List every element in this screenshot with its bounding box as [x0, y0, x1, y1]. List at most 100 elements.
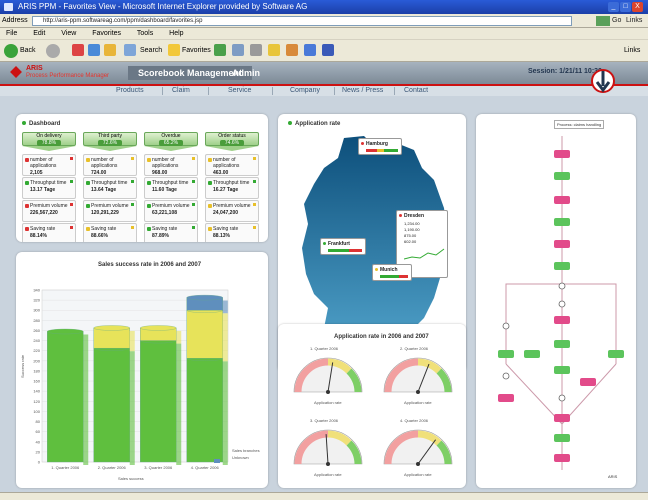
- back-icon[interactable]: [4, 44, 18, 58]
- y-axis-label: Success rate: [20, 354, 25, 378]
- kpi-card[interactable]: Premium volume 24,047,200: [205, 200, 259, 222]
- links-button[interactable]: Links: [626, 16, 642, 26]
- kpi-status-icon: [147, 158, 151, 162]
- kpi-card[interactable]: Throughput time 13.17 Tage: [22, 177, 76, 199]
- kpi-flag-icon: [192, 157, 195, 160]
- nav-claim[interactable]: Claim: [172, 86, 190, 96]
- gauge-panel-title: Application rate in 2006 and 2007: [334, 334, 429, 340]
- gauge-panel: Application rate in 2006 and 2007 1. Qua…: [278, 324, 466, 488]
- edit-icon[interactable]: [268, 44, 280, 57]
- gauge-caption: Application rate: [314, 400, 342, 405]
- kpi-card[interactable]: Saving rate 87.89%: [144, 223, 198, 242]
- search-button[interactable]: Search: [140, 44, 162, 58]
- forward-icon[interactable]: [46, 44, 60, 58]
- kpi-card[interactable]: Saving rate 88.14%: [22, 223, 76, 242]
- chart-legend-item: Sales branches: [232, 448, 260, 453]
- kpi-column-header[interactable]: On delivery 78.8%: [22, 132, 76, 146]
- y-tick-label: 240: [33, 338, 40, 343]
- bar: [93, 327, 130, 349]
- y-tick-label: 40: [36, 439, 41, 444]
- kpi-card[interactable]: Premium volume 226,567,220: [22, 200, 76, 222]
- menu-file[interactable]: File: [6, 30, 17, 37]
- kpi-value: 968.00: [152, 170, 168, 176]
- menu-tools[interactable]: Tools: [137, 30, 153, 37]
- menu-favorites[interactable]: Favorites: [92, 30, 121, 37]
- url-input[interactable]: http://aris-ppm.softwareag.com/ppm/dashb…: [32, 16, 572, 26]
- home-icon[interactable]: [104, 44, 116, 57]
- kpi-card[interactable]: Saving rate 88.13%: [205, 223, 259, 242]
- aris-logo-icon: [10, 66, 22, 78]
- history-icon[interactable]: [214, 44, 226, 57]
- kpi-label: Premium volume: [91, 203, 129, 209]
- refresh-icon[interactable]: [88, 44, 100, 57]
- messenger-icon[interactable]: [304, 44, 316, 57]
- y-tick-label: 100: [33, 409, 40, 414]
- favorites-button[interactable]: Favorites: [182, 44, 211, 58]
- kpi-label: Throughput time: [213, 180, 250, 186]
- go-button[interactable]: Go: [612, 16, 621, 26]
- x-tick-label: 2. Quarter 2006: [98, 465, 127, 470]
- y-tick-label: 340: [33, 288, 40, 293]
- kpi-card[interactable]: Saving rate 88.66%: [83, 223, 137, 242]
- kpi-card[interactable]: Premium volume 63,221,108: [144, 200, 198, 222]
- kpi-card[interactable]: number of applications 724.00: [83, 154, 137, 176]
- tab-admin[interactable]: Admin: [222, 66, 270, 80]
- mail-icon[interactable]: [232, 44, 244, 57]
- nav-service[interactable]: Service: [228, 86, 251, 96]
- kpi-card[interactable]: number of applications 968.00: [144, 154, 198, 176]
- kpi-card[interactable]: Throughput time 11.60 Tage: [144, 177, 198, 199]
- bar-side: [176, 330, 182, 344]
- kpi-column-header[interactable]: Third party 72.6%: [83, 132, 137, 146]
- menu-edit[interactable]: Edit: [33, 30, 45, 37]
- city-card-frankfurt[interactable]: Frankfurt: [320, 238, 366, 255]
- toolbar-links-label[interactable]: Links: [624, 44, 640, 58]
- kpi-column-header[interactable]: Order status 74.6%: [205, 132, 259, 146]
- nav-news-press[interactable]: News / Press: [342, 86, 383, 96]
- y-tick-label: 120: [33, 399, 40, 404]
- city-card-munich[interactable]: Munich: [372, 264, 412, 281]
- go-arrow-icon[interactable]: [596, 16, 610, 26]
- menu-help[interactable]: Help: [169, 30, 183, 37]
- kpi-card[interactable]: number of applications 2,105: [22, 154, 76, 176]
- kpi-flag-icon: [70, 226, 73, 229]
- kpi-status-icon: [147, 181, 151, 185]
- nav-contact[interactable]: Contact: [404, 86, 428, 96]
- favorites-star-icon[interactable]: [168, 44, 180, 57]
- maximize-button[interactable]: □: [620, 2, 631, 12]
- y-tick-label: 60: [36, 429, 41, 434]
- nav-products[interactable]: Products: [116, 86, 144, 96]
- bar-cap: [93, 325, 130, 331]
- city-status-icon: [361, 142, 364, 145]
- menu-view[interactable]: View: [61, 30, 76, 37]
- kpi-card[interactable]: Throughput time 16.27 Tage: [205, 177, 259, 199]
- stop-icon[interactable]: [72, 44, 84, 57]
- kpi-column-header[interactable]: Overdue 65.2%: [144, 132, 198, 146]
- bar-side: [176, 343, 182, 465]
- gauge: 1. Quarter 2006 Application rate: [288, 346, 368, 406]
- discuss-icon[interactable]: [286, 44, 298, 57]
- city-card-hamburg[interactable]: Hamburg: [358, 138, 402, 155]
- x-tick-label: 3. Quarter 2006: [144, 465, 173, 470]
- kpi-label: Premium volume: [213, 203, 251, 209]
- y-tick-label: 0: [38, 460, 41, 465]
- print-icon[interactable]: [250, 44, 262, 57]
- kpi-value: 88.14%: [30, 233, 47, 239]
- kpi-card[interactable]: Premium volume 120,291,229: [83, 200, 137, 222]
- bar: [93, 347, 130, 463]
- kpi-value: 226,567,220: [30, 210, 58, 216]
- close-button[interactable]: X: [632, 2, 643, 12]
- kpi-status-icon: [86, 204, 90, 208]
- kpi-label: Throughput time: [91, 180, 128, 186]
- bluetooth-icon[interactable]: [322, 44, 334, 57]
- bar-chart: 0 20 40 60 80 100 120 140 160 180 200 220 240 260 280 3…: [33, 288, 229, 470]
- kpi-card[interactable]: number of applications 463.00: [205, 154, 259, 176]
- back-button[interactable]: Back: [20, 44, 36, 58]
- brand-badge-icon: [591, 69, 615, 93]
- kpi-value: 88.13%: [213, 233, 230, 239]
- y-tick-label: 320: [33, 298, 40, 303]
- minimize-button[interactable]: _: [608, 2, 619, 12]
- nav-company[interactable]: Company: [290, 86, 320, 96]
- kpi-card[interactable]: Throughput time 13.64 Tage: [83, 177, 137, 199]
- search-icon[interactable]: [124, 44, 136, 57]
- gauge-label: 4. Quarter 2006: [400, 418, 429, 423]
